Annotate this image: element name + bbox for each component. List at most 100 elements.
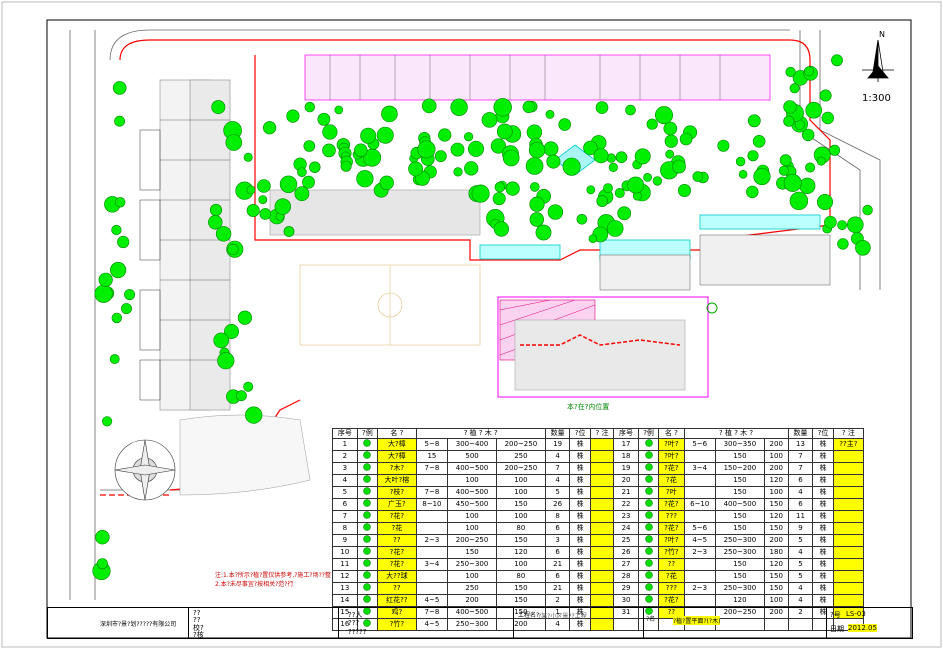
cell-crown: 100 xyxy=(495,486,546,499)
round-plaza xyxy=(114,439,176,501)
cell-qty: 6 xyxy=(787,498,814,511)
tree-icon xyxy=(356,170,374,188)
cell-crown: 200 xyxy=(763,438,789,451)
tree-icon xyxy=(779,154,792,167)
cell-crown: 200 xyxy=(763,462,789,475)
tree-icon xyxy=(98,272,113,287)
cell-height: 100 xyxy=(447,510,497,523)
tree-icon xyxy=(617,206,632,221)
cell-dbh xyxy=(683,558,716,571)
cell-note xyxy=(832,498,865,511)
cell-name: ?? xyxy=(377,534,417,547)
cell-no: 6 xyxy=(332,498,358,511)
cell-crown: 150 xyxy=(763,522,789,535)
cell-dbh xyxy=(683,570,716,583)
tree-icon xyxy=(735,156,746,167)
cell-note xyxy=(832,570,865,583)
cell-height: 150 xyxy=(714,474,765,487)
cell-no: 8 xyxy=(332,522,358,535)
cell-qty: 4 xyxy=(787,582,814,595)
tree-icon xyxy=(117,235,130,249)
cell-name: 大?樟 xyxy=(377,450,417,463)
north-label: N xyxy=(879,30,885,39)
tree-icon xyxy=(263,121,277,135)
col-header-note: ? 注 xyxy=(589,428,615,439)
tree-icon xyxy=(246,185,256,195)
tree-icon xyxy=(522,100,535,113)
cell-crown: 120 xyxy=(495,546,546,559)
tree-icon xyxy=(753,167,771,186)
cell-name: ?花? xyxy=(658,594,685,607)
cell-crown: 100 xyxy=(495,474,546,487)
cell-dbh xyxy=(415,570,449,583)
tree-icon xyxy=(752,135,766,148)
cell-name: ?花 xyxy=(377,522,417,535)
cell-qty: 9 xyxy=(787,522,814,535)
cell-unit: 株 xyxy=(569,522,591,535)
cell-no: 7 xyxy=(332,510,358,523)
plant-legend-icon xyxy=(637,462,660,475)
cell-height: 100 xyxy=(447,522,497,535)
cell-height: 250~300 xyxy=(714,546,765,559)
cell-unit: 株 xyxy=(812,534,834,547)
cell-height: 150 xyxy=(714,510,765,523)
plant-legend-icon xyxy=(637,474,660,487)
tree-icon xyxy=(304,101,315,113)
tree-icon xyxy=(95,529,110,545)
cell-no: 19 xyxy=(613,462,639,475)
col-header-legend: ?例 xyxy=(356,428,379,439)
tree-icon xyxy=(114,115,125,127)
tree-icon xyxy=(746,185,759,199)
cell-unit: 株 xyxy=(569,510,591,523)
tree-icon xyxy=(297,167,307,177)
plant-legend-icon xyxy=(637,594,660,607)
tree-icon xyxy=(586,185,596,195)
cell-no: 25 xyxy=(613,534,639,547)
cell-unit: 株 xyxy=(812,450,834,463)
tree-icon xyxy=(526,124,543,140)
tree-icon xyxy=(302,175,315,189)
cell-no: 9 xyxy=(332,534,358,547)
cell-name: ?木? xyxy=(377,462,417,475)
cell-no: 26 xyxy=(613,546,639,559)
cell-name: ?枝? xyxy=(377,486,417,499)
cell-dbh xyxy=(415,582,449,595)
tree-icon xyxy=(217,352,235,370)
cell-note xyxy=(832,582,865,595)
cell-note xyxy=(589,462,615,475)
cell-name: ?叶? xyxy=(658,450,685,463)
tree-icon xyxy=(855,240,871,256)
cell-height: 150 xyxy=(714,486,765,499)
tree-icon xyxy=(547,204,564,220)
tree-icon xyxy=(322,143,336,158)
tree-icon xyxy=(467,140,484,157)
tree-icon xyxy=(438,128,452,142)
cell-note xyxy=(589,474,615,487)
sheet-name: ?植?置平面?(?木) xyxy=(673,616,721,625)
cell-unit: 株 xyxy=(812,558,834,571)
cell-unit: 株 xyxy=(569,534,591,547)
tree-icon xyxy=(837,238,849,250)
cell-crown: 150 xyxy=(763,582,789,595)
cell-note xyxy=(589,498,615,511)
cell-name: ?叶 xyxy=(658,486,685,499)
tree-icon xyxy=(340,160,352,172)
cell-no: 27 xyxy=(613,558,639,571)
cell-note xyxy=(832,546,865,559)
col-header-qty: 数量 xyxy=(544,428,571,439)
tree-icon xyxy=(243,152,253,162)
tree-icon xyxy=(421,98,437,114)
cell-note xyxy=(832,594,865,607)
cell-crown: 150 xyxy=(495,534,546,547)
tree-icon xyxy=(528,141,546,159)
cell-note xyxy=(589,594,615,607)
cell-note xyxy=(589,438,615,451)
cell-unit: 株 xyxy=(812,474,834,487)
plant-legend-icon xyxy=(356,534,379,547)
cell-dbh: 4~5 xyxy=(683,534,716,547)
cell-crown: 120 xyxy=(763,510,789,523)
cell-no: 18 xyxy=(613,450,639,463)
drawing-no: LS-03 xyxy=(846,610,866,618)
plant-legend-icon xyxy=(356,474,379,487)
tree-icon xyxy=(596,195,609,207)
